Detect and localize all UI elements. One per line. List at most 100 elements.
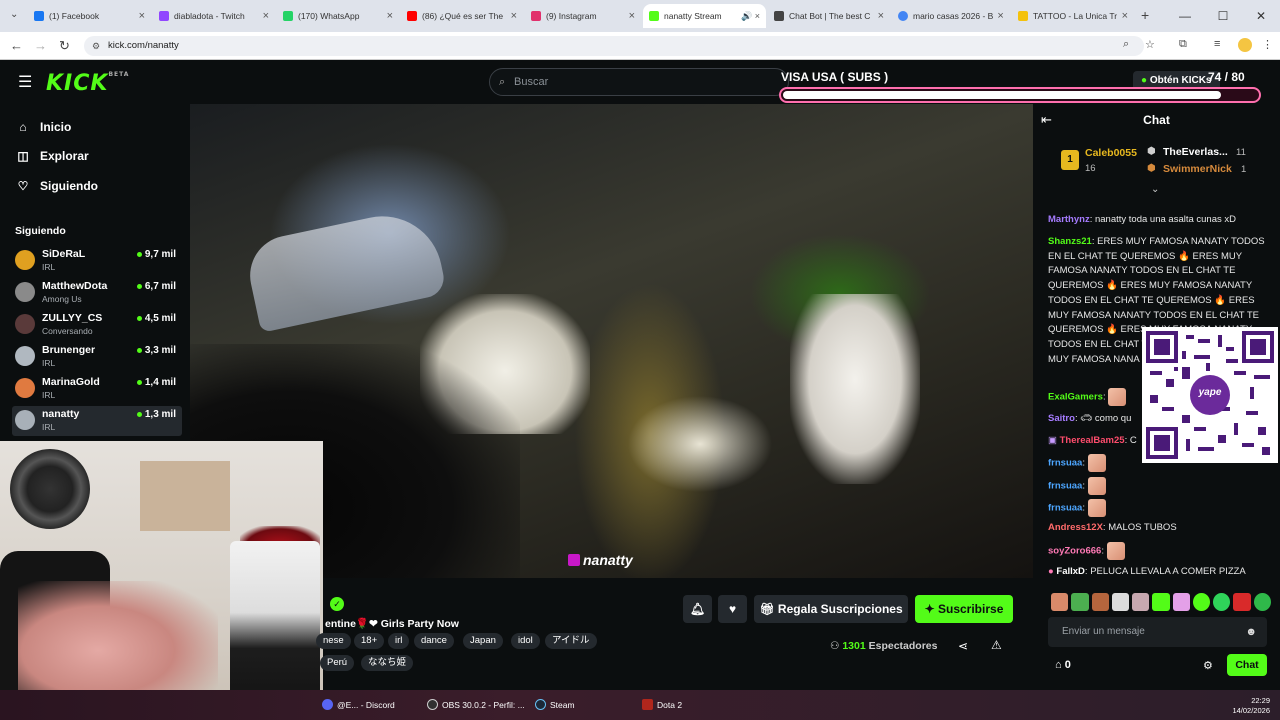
store-icon: ⌂ <box>1055 659 1065 671</box>
close-icon[interactable]: × <box>507 10 517 22</box>
hamburger-menu-icon[interactable]: ☰ <box>18 72 32 92</box>
extensions-icon[interactable]: ⧉ <box>1179 38 1187 51</box>
whatsapp-icon <box>283 11 293 21</box>
chat-message: soyZoro666: <box>1048 542 1270 560</box>
tag-chip[interactable]: nese <box>316 633 351 649</box>
tag-chip[interactable]: 18+ <box>354 633 385 649</box>
tag-chip[interactable]: Perú <box>320 655 355 671</box>
emoji-icon[interactable]: ☻ <box>1245 617 1257 647</box>
tag-chip[interactable]: ななち姫 <box>361 655 414 671</box>
chatbot-icon <box>774 11 784 21</box>
bell-icon: 🔔︎ <box>689 602 706 616</box>
following-channel-brunenger[interactable]: Brunenger IRL 3,3 mil <box>12 342 182 372</box>
reload-icon[interactable]: ↻ <box>59 38 70 54</box>
close-icon[interactable]: × <box>625 10 635 22</box>
silver-badge-icon: ⬢ <box>1147 146 1156 157</box>
browser-tab-youtube[interactable]: (86) ¿Qué es ser The × <box>401 4 523 28</box>
zoom-icon[interactable]: ⌕ <box>1123 38 1129 51</box>
expand-leaderboard-icon[interactable]: ⌄ <box>1151 184 1159 195</box>
emote-icon[interactable] <box>1051 593 1069 611</box>
following-section-title: Siguiendo <box>15 225 66 237</box>
stream-watermark: nanatty <box>568 552 633 568</box>
follow-button[interactable]: ♥ <box>718 595 747 623</box>
sidebar-item-siguiendo[interactable]: ♡ Siguiendo <box>16 179 98 193</box>
emote-icon[interactable] <box>1172 593 1190 611</box>
emote-icon[interactable] <box>1071 593 1089 611</box>
browser-tab-google[interactable]: mario casas 2026 - B × <box>892 4 1008 28</box>
forward-icon[interactable]: → <box>34 38 47 53</box>
browser-tab-facebook[interactable]: (1) Facebook × <box>28 4 151 28</box>
report-icon[interactable]: ⚠ <box>991 638 1002 652</box>
following-channel-sideral[interactable]: SiDeRaL IRL 9,7 mil <box>12 246 182 276</box>
webcam-overlay <box>0 441 323 720</box>
live-dot-icon <box>136 283 142 289</box>
leader-name: Caleb0055 <box>1085 147 1137 159</box>
kicks-balance[interactable]: ⌂ 0 <box>1055 659 1071 671</box>
profile-avatar[interactable] <box>1238 38 1252 52</box>
emote-icon[interactable] <box>1152 593 1170 611</box>
following-channel-matthewdota[interactable]: MatthewDota Among Us 6,7 mil <box>12 278 182 308</box>
share-icon[interactable]: ⋖ <box>958 639 968 653</box>
notifications-button[interactable]: 🔔︎ <box>683 595 712 623</box>
close-icon[interactable]: × <box>874 10 884 22</box>
minimize-icon[interactable]: — <box>1166 0 1204 32</box>
following-channel-marinagold[interactable]: MarinaGold IRL 1,4 mil <box>12 374 182 404</box>
chat-settings-icon[interactable]: ⚙ <box>1203 659 1213 672</box>
audio-icon[interactable]: 🔊 × <box>737 11 760 22</box>
following-channel-nanatty[interactable]: nanatty IRL 1,3 mil <box>12 406 182 436</box>
emote-icon[interactable] <box>1192 593 1211 611</box>
live-dot-icon <box>136 347 142 353</box>
avatar <box>15 282 35 302</box>
emote-icon[interactable] <box>1213 593 1231 611</box>
menu-icon[interactable]: ⋮ <box>1262 38 1273 51</box>
bookmark-star-icon[interactable]: ☆ <box>1145 38 1155 51</box>
bronze-badge-icon: ⬢ <box>1147 163 1156 174</box>
live-dot-icon <box>136 379 142 385</box>
send-chat-button[interactable]: Chat <box>1227 654 1267 676</box>
tag-chip[interactable]: idol <box>511 633 540 649</box>
browser-tab-whatsapp[interactable]: (170) WhatsApp × <box>277 4 399 28</box>
close-icon[interactable]: × <box>383 10 393 22</box>
emote-icon[interactable] <box>1253 593 1271 611</box>
browser-tab-instagram[interactable]: (9) Instagram × <box>525 4 641 28</box>
url-field[interactable]: ⚙ kick.com/nanatty <box>84 36 1144 56</box>
following-channel-zullyy[interactable]: ZULLYY_CS Conversando 4,5 mil <box>12 310 182 340</box>
browser-tab-twitch[interactable]: diabladota - Twitch × <box>153 4 275 28</box>
emote-icon[interactable] <box>1233 593 1251 611</box>
subscribe-button[interactable]: ✦ Suscribirse <box>915 595 1013 623</box>
emote-icon[interactable] <box>1132 593 1150 611</box>
maximize-icon[interactable]: ☐ <box>1204 0 1242 32</box>
taskbar-item-dota[interactable]: Dota 2 <box>642 699 682 710</box>
close-icon[interactable]: × <box>259 10 269 22</box>
tab-search-icon[interactable]: ⌄ <box>10 9 18 20</box>
site-info-icon[interactable]: ⚙ <box>92 36 100 56</box>
kick-logo[interactable]: KICKBETA <box>46 71 129 96</box>
browser-tab-tattoo[interactable]: TATTOO - La Unica Tr × <box>1012 4 1134 28</box>
emote-icon[interactable] <box>1091 593 1109 611</box>
tag-chip[interactable]: irl <box>388 633 410 649</box>
taskbar-item-steam[interactable]: Steam <box>535 699 575 710</box>
chat-message-input[interactable]: Enviar un mensaje ☻ <box>1048 617 1267 647</box>
avatar <box>15 250 35 270</box>
close-icon[interactable]: × <box>993 10 1003 22</box>
sidebar-item-inicio[interactable]: ⌂ Inicio <box>16 120 71 134</box>
close-icon[interactable]: × <box>1118 10 1128 22</box>
sidebar-item-explorar[interactable]: ◫ Explorar <box>16 149 88 163</box>
emote-icon[interactable] <box>1111 593 1130 611</box>
close-icon[interactable]: × <box>135 10 145 22</box>
back-icon[interactable]: ← <box>10 38 23 53</box>
taskbar-item-obs[interactable]: OBS 30.0.2 - Perfil: ... <box>427 699 525 710</box>
tab-list-icon[interactable]: ≡ <box>1214 38 1220 50</box>
close-window-icon[interactable]: ✕ <box>1242 0 1280 32</box>
gift-subs-button[interactable]: 🎁︎ Regala Suscripciones <box>754 595 908 623</box>
tag-chip[interactable]: Japan <box>463 633 503 649</box>
search-input[interactable]: ⌕ Buscar <box>489 68 789 96</box>
browser-tab-chatbot[interactable]: Chat Bot | The best C × <box>768 4 890 28</box>
tag-chip[interactable]: dance <box>414 633 454 649</box>
tag-chip[interactable]: アイドル <box>545 633 597 649</box>
face-emote-icon <box>1087 477 1106 495</box>
taskbar-item-discord[interactable]: @E... - Discord <box>322 699 395 710</box>
browser-tab-kick[interactable]: nanatty Stream 🔊 × <box>643 4 766 28</box>
taskbar-clock[interactable]: 22:29 14/02/2026 <box>1230 696 1270 716</box>
new-tab-button[interactable]: + <box>1141 7 1149 23</box>
